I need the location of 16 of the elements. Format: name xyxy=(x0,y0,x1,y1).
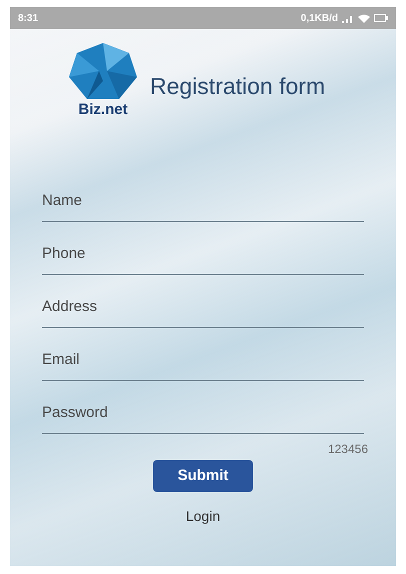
clock: 8:31 xyxy=(18,12,38,26)
login-link[interactable]: Login xyxy=(186,506,220,527)
text-field[interactable]: Address xyxy=(42,275,364,328)
data-rate: 0,1KB/d xyxy=(300,12,338,26)
wifi-icon xyxy=(358,14,370,22)
text-field[interactable]: Phone xyxy=(42,222,364,275)
battery-icon xyxy=(374,14,388,22)
logo-icon xyxy=(67,41,139,101)
text-field[interactable]: Name xyxy=(42,169,364,222)
signal-icon xyxy=(342,14,354,22)
brand-name: Biz.net xyxy=(78,100,128,120)
page-title: Registration form xyxy=(150,72,326,101)
submit-button[interactable]: Submit xyxy=(153,460,253,492)
text-field[interactable]: Password xyxy=(42,381,364,434)
text-field[interactable]: Email xyxy=(42,328,364,381)
hint-text: 123456 xyxy=(328,441,368,458)
